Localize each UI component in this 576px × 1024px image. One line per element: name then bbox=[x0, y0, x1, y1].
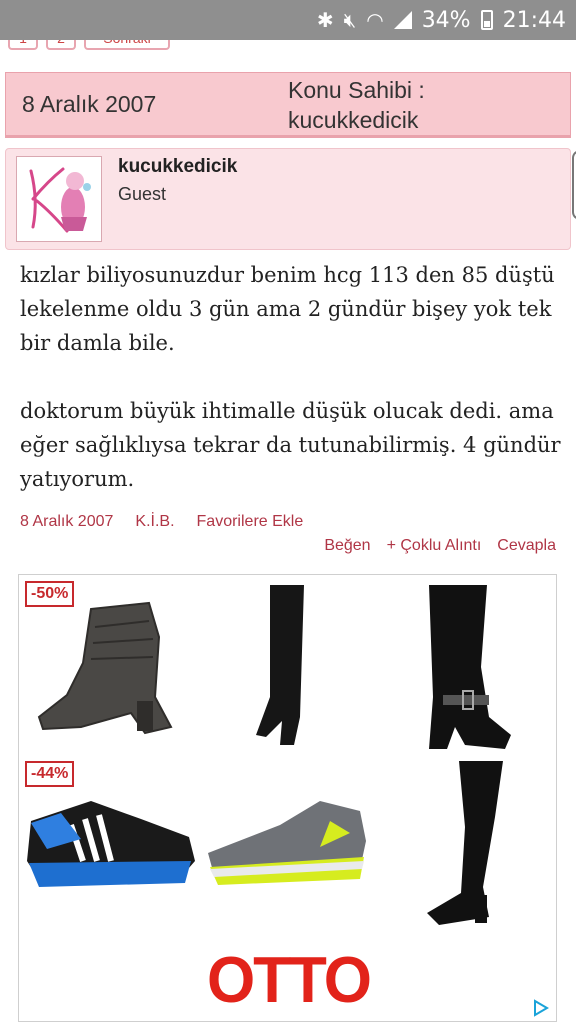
adchoices-icon[interactable] bbox=[532, 999, 550, 1017]
author-role: Guest bbox=[118, 184, 167, 204]
post-date: 8 Aralık 2007 bbox=[22, 91, 157, 117]
otto-ad[interactable]: -50% -44% OTTO bbox=[18, 574, 557, 1022]
scroll-handle[interactable] bbox=[572, 150, 576, 220]
author-box: kucukkedicik Guest bbox=[5, 148, 571, 250]
product-buckle-boot[interactable] bbox=[379, 577, 555, 755]
like-button[interactable]: Beğen bbox=[324, 537, 370, 555]
product-ankle-boot[interactable]: -50% bbox=[21, 577, 197, 755]
otto-logo[interactable]: OTTO bbox=[19, 943, 558, 1018]
over-knee-boot-icon bbox=[256, 585, 304, 745]
buckle-boot-icon bbox=[429, 585, 511, 749]
post-meta: 8 Aralık 2007 K.İ.B. Favorilere Ekle bbox=[20, 513, 303, 531]
thread-owner-name[interactable]: kucukkedicik bbox=[288, 105, 418, 135]
discount-badge: -44% bbox=[25, 761, 75, 787]
thread-owner-label: Konu Sahibi : bbox=[288, 77, 425, 103]
status-bar: ✱ 🔇︎ ◠ 34% 21:44 bbox=[0, 0, 576, 40]
author-name[interactable]: kucukkedicik bbox=[118, 156, 237, 178]
battery-icon bbox=[480, 10, 493, 30]
page-button-1[interactable]: 1 bbox=[8, 40, 38, 50]
product-sneaker[interactable] bbox=[200, 757, 376, 935]
page-button-2[interactable]: 2 bbox=[46, 40, 76, 50]
multi-quote-button[interactable]: + Çoklu Alıntı bbox=[387, 537, 482, 555]
next-page-button[interactable]: Sonraki bbox=[84, 40, 170, 50]
wifi-icon: ◠ bbox=[366, 8, 384, 32]
thigh-high-boot-icon bbox=[427, 761, 503, 925]
meta-date: 8 Aralık 2007 bbox=[20, 513, 114, 530]
mute-icon: 🔇︎ bbox=[343, 8, 357, 32]
reply-button[interactable]: Cevapla bbox=[497, 537, 556, 555]
product-running-shoe[interactable]: -44% bbox=[21, 757, 197, 935]
post-paragraph: doktorum büyük ihtimalle düşük olucak de… bbox=[20, 399, 561, 491]
signal-icon bbox=[393, 11, 412, 29]
kitten-logo-icon bbox=[29, 167, 91, 233]
battery-percent: 34% bbox=[421, 7, 471, 33]
kib-link[interactable]: K.İ.B. bbox=[135, 513, 174, 531]
pagination: 1 2 Sonraki bbox=[0, 40, 576, 52]
post-header: 8 Aralık 2007 Konu Sahibi : kucukkedicik bbox=[5, 72, 571, 138]
product-thigh-high-boot[interactable] bbox=[379, 757, 555, 935]
post-body: kızlar biliyosunuzdur benim hcg 113 den … bbox=[20, 258, 570, 530]
add-favorite-link[interactable]: Favorilere Ekle bbox=[197, 513, 304, 531]
bluetooth-icon: ✱ bbox=[316, 8, 334, 32]
post-paragraph: kızlar biliyosunuzdur benim hcg 113 den … bbox=[20, 263, 555, 355]
clock: 21:44 bbox=[502, 7, 566, 33]
product-over-knee-boot[interactable] bbox=[200, 577, 376, 755]
post-actions: Beğen + Çoklu Alıntı Cevapla bbox=[324, 537, 556, 555]
avatar[interactable] bbox=[16, 156, 102, 242]
discount-badge: -50% bbox=[25, 581, 75, 607]
sneaker-icon bbox=[208, 801, 366, 885]
